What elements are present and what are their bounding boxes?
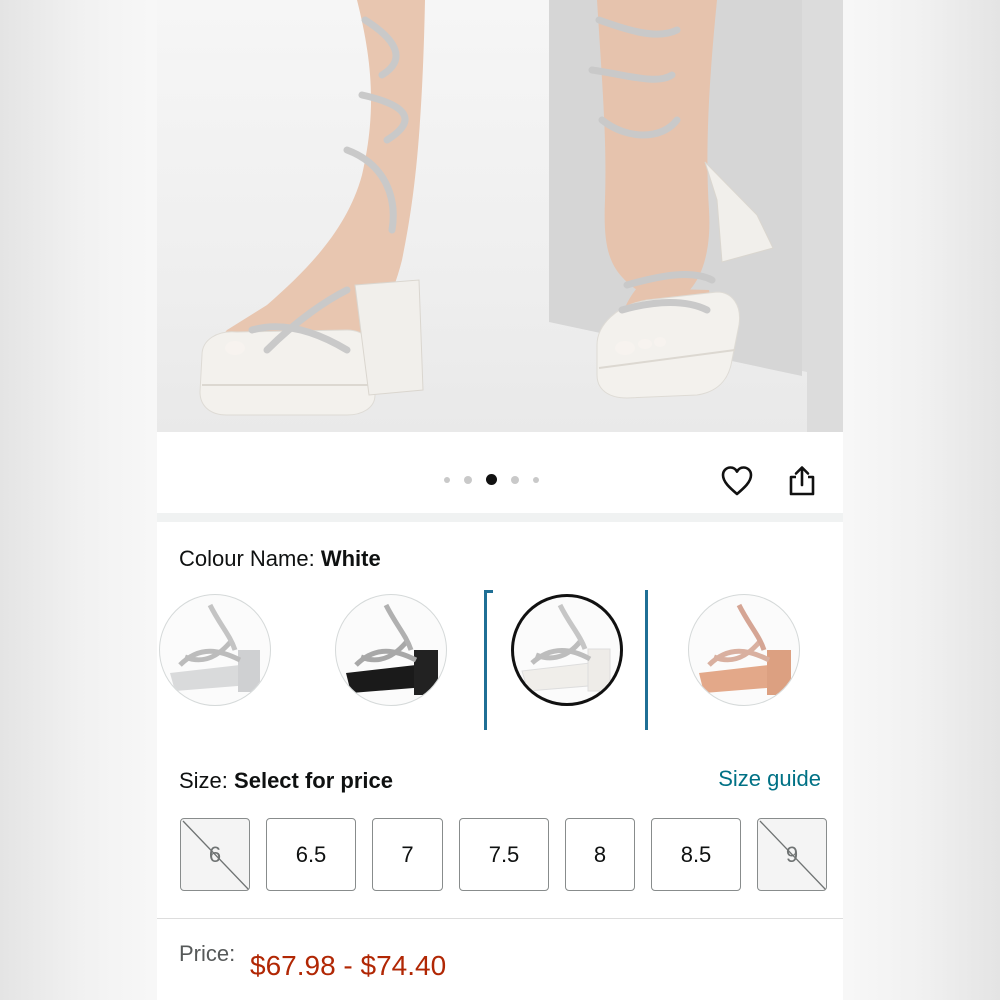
colour-value: White <box>320 546 381 571</box>
carousel-dot[interactable] <box>511 475 519 484</box>
price-label: Price: <box>179 941 236 966</box>
size-option-label: 6.5 <box>295 841 327 867</box>
colour-label: Colour Name: <box>179 546 315 571</box>
carousel-dot[interactable] <box>464 475 472 484</box>
size-option-label: 7.5 <box>488 841 520 867</box>
swatch-rose-gold[interactable] <box>688 594 800 706</box>
colour-name-row: Colour Name: White <box>179 546 381 572</box>
carousel-dot[interactable] <box>533 476 539 483</box>
price-range: $67.98 - $74.40 <box>250 950 447 981</box>
product-image[interactable] <box>157 0 843 432</box>
size-row: Size: Select for price <box>179 768 393 794</box>
price-divider <box>157 918 843 919</box>
size-option-label: 8 <box>593 841 607 867</box>
section-divider <box>157 513 843 522</box>
swatch-white[interactable] <box>511 594 623 706</box>
product-panel: Colour Name: White Size: Select for pric… <box>157 0 843 1000</box>
size-option-label: 9 <box>785 841 799 867</box>
size-option-unavailable[interactable]: 6 <box>180 818 250 891</box>
colour-swatch-row <box>157 590 843 735</box>
size-option-label: 6 <box>208 841 222 867</box>
carousel-dot[interactable] <box>444 476 450 483</box>
swatch-black[interactable] <box>335 594 447 706</box>
share-icon[interactable] <box>784 463 820 499</box>
heart-icon[interactable] <box>719 463 755 499</box>
carousel-dot[interactable] <box>486 474 497 485</box>
swatch-silver[interactable] <box>159 594 271 706</box>
size-option[interactable]: 8.5 <box>651 818 741 891</box>
size-option-unavailable[interactable]: 9 <box>757 818 827 891</box>
size-option-label: 8.5 <box>680 841 712 867</box>
size-option-label: 7 <box>401 841 414 867</box>
size-option[interactable]: 7.5 <box>459 818 549 891</box>
size-guide-link[interactable]: Size guide <box>718 766 821 792</box>
size-option[interactable]: 8 <box>565 818 635 891</box>
size-option[interactable]: 6.5 <box>266 818 356 891</box>
size-value: Select for price <box>234 768 393 793</box>
size-option[interactable]: 7 <box>372 818 443 891</box>
size-options: 6 6.5 7 7.5 8 8.5 9 <box>157 818 843 892</box>
carousel-indicator <box>444 474 539 485</box>
size-label: Size: <box>179 768 228 793</box>
